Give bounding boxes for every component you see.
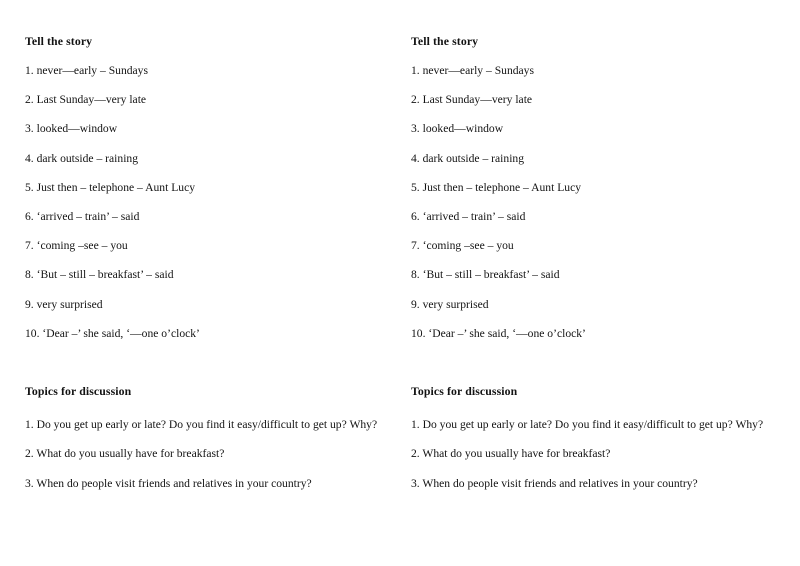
section-heading: Tell the story [411,34,479,48]
list-item: 4. dark outside – raining [411,151,525,165]
list-item: 10. ‘Dear –’ she said, ‘—one o’clock’ [411,326,586,340]
list-item: 5. Just then – telephone – Aunt Lucy [25,180,196,194]
list-item: 9. very surprised [411,297,489,311]
story-prompt-list: 1. never—early – Sundays 2. Last Sunday—… [25,63,391,341]
section-heading: Topics for discussion [25,383,132,398]
list-item: 3. looked—window [25,122,118,136]
list-item: 2. Last Sunday—very late [25,93,147,107]
section-tell-the-story: Tell the story 1. never—early – Sundays … [411,33,777,341]
left-column: Tell the story 1. never—early – Sundays … [25,33,391,498]
list-item: 9. very surprised [25,297,103,311]
list-item: 2. What do you usually have for breakfas… [25,447,225,461]
list-item: 5. Just then – telephone – Aunt Lucy [411,180,582,194]
section-topics-for-discussion: Topics for discussion 1. Do you get up e… [411,383,777,498]
list-item: 3. looked—window [411,122,504,136]
list-item: 6. ‘arrived – train’ – said [411,209,526,223]
list-item: 8. ‘But – still – breakfast’ – said [411,268,560,282]
column-container: Tell the story 1. never—early – Sundays … [0,0,800,498]
list-item: 1. Do you get up early or late? Do you f… [25,417,378,431]
list-item: 1. Do you get up early or late? Do you f… [411,417,764,431]
list-item: 2. What do you usually have for breakfas… [411,447,611,461]
list-item: 7. ‘coming –see – you [25,239,128,253]
list-item: 3. When do people visit friends and rela… [25,476,312,490]
section-tell-the-story: Tell the story 1. never—early – Sundays … [25,33,391,341]
section-topics-for-discussion: Topics for discussion 1. Do you get up e… [25,383,391,498]
right-column: Tell the story 1. never—early – Sundays … [411,33,777,498]
list-item: 1. never—early – Sundays [411,64,534,77]
story-prompt-list: 1. never—early – Sundays 2. Last Sunday—… [411,63,777,341]
list-item: 7. ‘coming –see – you [411,239,514,253]
list-item: 6. ‘arrived – train’ – said [25,209,140,223]
list-item: 1. never—early – Sundays [25,64,148,77]
list-item: 10. ‘Dear –’ she said, ‘—one o’clock’ [25,326,200,340]
discussion-question-list: 1. Do you get up early or late? Do you f… [25,410,391,498]
worksheet-page: Tell the story 1. never—early – Sundays … [0,0,800,566]
discussion-question-list: 1. Do you get up early or late? Do you f… [411,410,777,498]
list-item: 4. dark outside – raining [25,151,139,165]
list-item: 3. When do people visit friends and rela… [411,476,698,490]
section-heading: Topics for discussion [411,383,518,398]
list-item: 2. Last Sunday—very late [411,93,533,107]
section-heading: Tell the story [25,34,93,48]
list-item: 8. ‘But – still – breakfast’ – said [25,268,174,282]
